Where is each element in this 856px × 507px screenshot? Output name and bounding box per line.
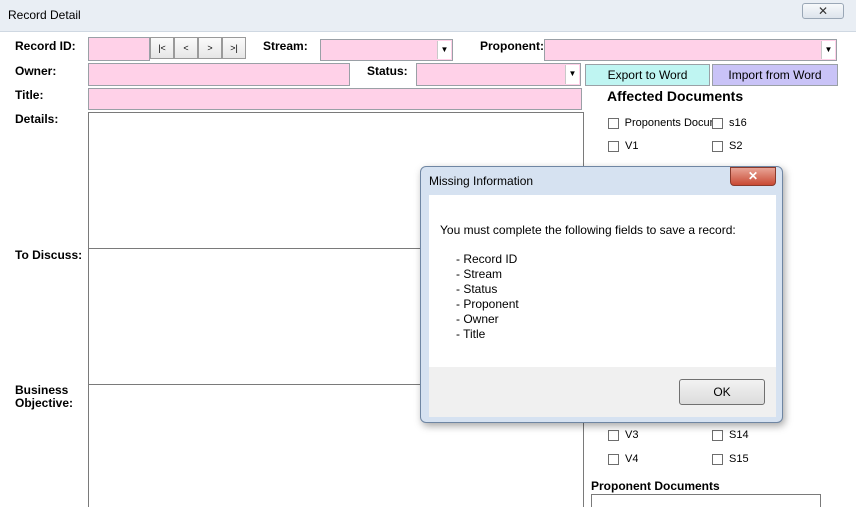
title-label: Title: [15, 88, 44, 102]
chevron-down-icon[interactable]: ▼ [437, 41, 451, 59]
title-input[interactable] [88, 88, 582, 110]
checkbox-v3[interactable]: V3 [608, 429, 638, 441]
import-from-word-button[interactable]: Import from Word [712, 64, 838, 86]
checkbox-label: S14 [729, 429, 749, 441]
list-item: - Owner [456, 312, 499, 326]
window-title: Record Detail [8, 8, 81, 22]
checkbox-v1[interactable]: V1 [608, 140, 638, 152]
stream-select[interactable]: ▼ [320, 39, 453, 61]
owner-input[interactable] [88, 63, 350, 86]
stream-label: Stream: [263, 39, 308, 53]
checkbox-label: Proponents Docun [624, 117, 712, 129]
checkbox-icon[interactable] [608, 429, 619, 441]
checkbox-s15[interactable]: S15 [712, 453, 749, 465]
proponent-documents-title: Proponent Documents [591, 479, 720, 493]
chevron-down-icon[interactable]: ▼ [821, 41, 835, 59]
list-item: - Proponent [456, 297, 519, 311]
proponent-label: Proponent: [480, 39, 544, 53]
list-item: - Title [456, 327, 486, 341]
affected-documents-title: Affected Documents [607, 88, 744, 104]
checkbox-label: S2 [729, 140, 743, 152]
last-record-button[interactable]: >| [222, 37, 246, 59]
checkbox-icon[interactable] [712, 453, 723, 465]
proponent-documents-list[interactable] [591, 494, 821, 507]
status-label: Status: [367, 64, 408, 78]
window-close-button[interactable]: ✕ [802, 3, 844, 19]
dialog-close-button[interactable]: ✕ [730, 167, 776, 186]
last-record-icon: >| [230, 43, 238, 53]
window-titlebar: Record Detail ✕ [0, 0, 856, 32]
next-record-button[interactable]: > [198, 37, 222, 59]
previous-record-icon: < [183, 43, 189, 53]
checkbox-icon[interactable] [712, 140, 723, 152]
checkbox-s2[interactable]: S2 [712, 140, 742, 152]
to-discuss-label: To Discuss: [15, 248, 83, 262]
missing-fields-list: - Record ID - Stream - Status - Proponen… [456, 252, 519, 342]
first-record-icon: |< [158, 43, 166, 53]
proponent-select[interactable]: ▼ [544, 39, 837, 61]
close-icon: ✕ [747, 169, 759, 183]
checkbox-icon[interactable] [608, 117, 619, 129]
checkbox-icon[interactable] [608, 453, 619, 465]
checkbox-icon[interactable] [712, 429, 723, 441]
record-id-input[interactable] [88, 37, 150, 61]
details-label: Details: [15, 112, 59, 126]
business-objective-label-line2: Objective: [15, 396, 74, 410]
missing-information-dialog: Missing Information ✕ You must complete … [420, 166, 783, 423]
business-objective-label: Business Objective: [15, 384, 73, 410]
checkbox-s16[interactable]: s16 [712, 117, 747, 129]
business-objective-label-line1: Business [15, 383, 69, 397]
checkbox-label: V4 [625, 453, 639, 465]
list-item: - Status [456, 282, 498, 296]
checkbox-icon[interactable] [712, 117, 723, 129]
checkbox-label: V3 [625, 429, 639, 441]
status-select[interactable]: ▼ [416, 63, 581, 86]
close-icon: ✕ [817, 4, 829, 18]
list-item: - Record ID [456, 252, 518, 266]
list-item: - Stream [456, 267, 503, 281]
checkbox-proponents-documents[interactable]: Proponents Docun [608, 117, 712, 129]
checkbox-label: V1 [625, 140, 639, 152]
previous-record-button[interactable]: < [174, 37, 198, 59]
dialog-body: You must complete the following fields t… [429, 195, 776, 367]
next-record-icon: > [207, 43, 213, 53]
checkbox-label: S15 [729, 453, 749, 465]
checkbox-icon[interactable] [608, 140, 619, 152]
checkbox-label: s16 [729, 117, 747, 129]
dialog-title: Missing Information [429, 174, 534, 188]
export-to-word-button[interactable]: Export to Word [585, 64, 710, 86]
first-record-button[interactable]: |< [150, 37, 174, 59]
chevron-down-icon[interactable]: ▼ [565, 65, 579, 84]
checkbox-s14[interactable]: S14 [712, 429, 749, 441]
record-navigation: |< < > >| [150, 37, 246, 61]
record-id-label: Record ID: [15, 39, 76, 53]
checkbox-v4[interactable]: V4 [608, 453, 638, 465]
dialog-message: You must complete the following fields t… [440, 223, 736, 237]
ok-button[interactable]: OK [679, 379, 765, 405]
owner-label: Owner: [15, 64, 57, 78]
